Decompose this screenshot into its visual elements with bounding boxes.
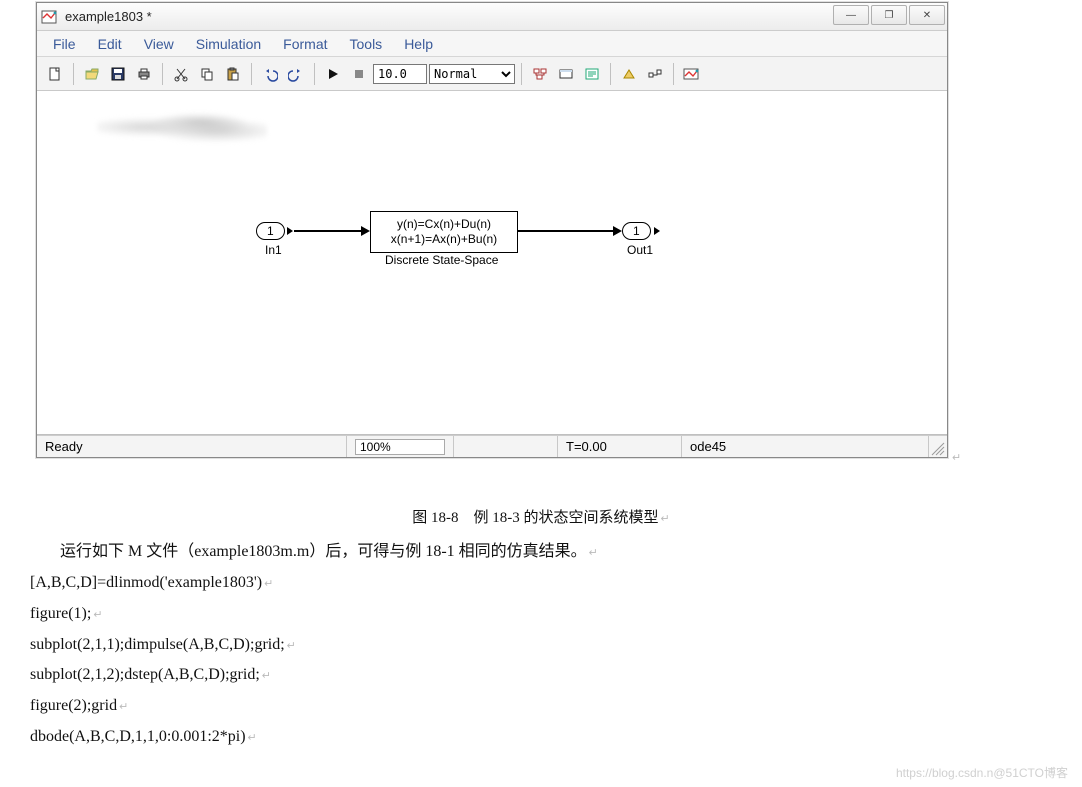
separator bbox=[162, 63, 163, 85]
app-icon bbox=[41, 8, 59, 26]
open-button[interactable] bbox=[80, 62, 104, 86]
code-line: subplot(2,1,1);dimpulse(A,B,C,D);grid;↵ bbox=[30, 631, 1082, 660]
window-title: example1803 * bbox=[65, 9, 152, 24]
paste-button[interactable] bbox=[221, 62, 245, 86]
menu-file[interactable]: File bbox=[43, 33, 86, 55]
menu-format[interactable]: Format bbox=[273, 33, 337, 55]
figure-caption: 图 18-8 例 18-3 的状态空间系统模型↵ bbox=[0, 506, 1082, 527]
build-button[interactable] bbox=[617, 62, 641, 86]
resize-grip-icon[interactable] bbox=[929, 436, 947, 457]
redo-button[interactable] bbox=[284, 62, 308, 86]
simulation-mode-select[interactable]: Normal bbox=[429, 64, 515, 84]
status-blank bbox=[454, 436, 558, 457]
code-line: subplot(2,1,2);dstep(A,B,C,D);grid;↵ bbox=[30, 661, 1082, 690]
block-eq1: y(n)=Cx(n)+Du(n) bbox=[379, 217, 509, 232]
separator bbox=[521, 63, 522, 85]
stop-button[interactable] bbox=[347, 62, 371, 86]
print-button[interactable] bbox=[132, 62, 156, 86]
new-button[interactable] bbox=[43, 62, 67, 86]
toolbar: Normal bbox=[37, 57, 947, 91]
outport-num: 1 bbox=[633, 224, 640, 238]
titlebar: example1803 * — ❐ ✕ bbox=[37, 3, 947, 31]
window-controls: — ❐ ✕ bbox=[831, 5, 945, 25]
arrow-head-icon bbox=[361, 226, 370, 236]
block-eq2: x(n+1)=Ax(n)+Bu(n) bbox=[379, 232, 509, 247]
smudge-artifact bbox=[97, 109, 267, 145]
signal-line[interactable] bbox=[518, 230, 614, 232]
status-ready: Ready bbox=[37, 436, 347, 457]
simulink-window: example1803 * — ❐ ✕ File Edit View Simul… bbox=[36, 2, 948, 458]
model-explorer-button[interactable] bbox=[554, 62, 578, 86]
outport-label: Out1 bbox=[627, 243, 653, 257]
outport-block[interactable]: 1 bbox=[622, 222, 651, 240]
copy-button[interactable] bbox=[195, 62, 219, 86]
arrow-head-icon bbox=[613, 226, 622, 236]
separator bbox=[610, 63, 611, 85]
zoom-input[interactable] bbox=[355, 439, 445, 455]
separator bbox=[73, 63, 74, 85]
menu-edit[interactable]: Edit bbox=[88, 33, 132, 55]
update-diagram-button[interactable] bbox=[643, 62, 667, 86]
status-solver: ode45 bbox=[682, 436, 929, 457]
inport-label: In1 bbox=[265, 243, 282, 257]
inport-num: 1 bbox=[267, 224, 274, 238]
simulink-icon[interactable] bbox=[680, 62, 704, 86]
minimize-button[interactable]: — bbox=[833, 5, 869, 25]
model-config-button[interactable] bbox=[580, 62, 604, 86]
return-mark: ↵ bbox=[952, 452, 961, 464]
body-paragraph: 运行如下 M 文件（example1803m.m）后，可得与例 18-1 相同的… bbox=[60, 537, 1082, 561]
model-canvas[interactable]: 1 In1 y(n)=Cx(n)+Du(n) x(n+1)=Ax(n)+Bu(n… bbox=[37, 91, 947, 435]
separator bbox=[251, 63, 252, 85]
code-line: [A,B,C,D]=dlinmod('example1803')↵ bbox=[30, 569, 1082, 598]
signal-line[interactable] bbox=[294, 230, 362, 232]
outport-arrow-icon bbox=[654, 227, 660, 235]
undo-button[interactable] bbox=[258, 62, 282, 86]
library-browser-button[interactable] bbox=[528, 62, 552, 86]
menu-view[interactable]: View bbox=[134, 33, 184, 55]
discrete-state-space-block[interactable]: y(n)=Cx(n)+Du(n) x(n+1)=Ax(n)+Bu(n) bbox=[370, 211, 518, 253]
stop-time-input[interactable] bbox=[373, 64, 427, 84]
code-line: figure(2);grid↵ bbox=[30, 692, 1082, 721]
block-label: Discrete State-Space bbox=[385, 253, 498, 267]
menu-tools[interactable]: Tools bbox=[340, 33, 393, 55]
inport-block[interactable]: 1 bbox=[256, 222, 285, 240]
cut-button[interactable] bbox=[169, 62, 193, 86]
code-line: dbode(A,B,C,D,1,1,0:0.001:2*pi)↵ bbox=[30, 723, 1082, 752]
statusbar: Ready T=0.00 ode45 bbox=[37, 435, 947, 457]
start-button[interactable] bbox=[321, 62, 345, 86]
separator bbox=[673, 63, 674, 85]
save-button[interactable] bbox=[106, 62, 130, 86]
separator bbox=[314, 63, 315, 85]
menu-help[interactable]: Help bbox=[394, 33, 443, 55]
maximize-button[interactable]: ❐ bbox=[871, 5, 907, 25]
watermark: https://blog.csdn.n@51CTO博客 bbox=[896, 764, 1068, 781]
code-line: figure(1);↵ bbox=[30, 600, 1082, 629]
inport-arrow-icon bbox=[287, 227, 293, 235]
menubar: File Edit View Simulation Format Tools H… bbox=[37, 31, 947, 57]
status-time: T=0.00 bbox=[558, 436, 682, 457]
menu-simulation[interactable]: Simulation bbox=[186, 33, 271, 55]
close-button[interactable]: ✕ bbox=[909, 5, 945, 25]
